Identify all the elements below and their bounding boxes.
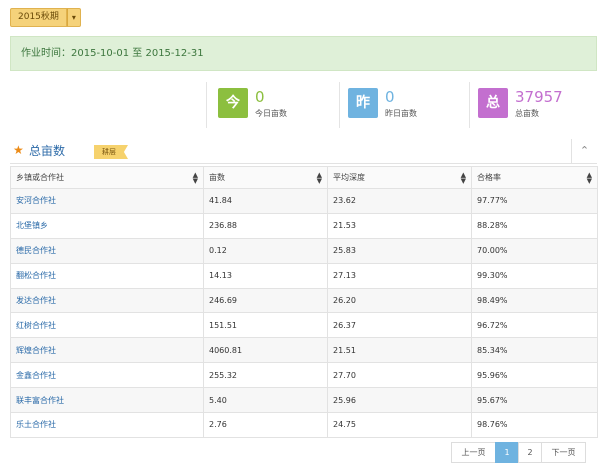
prev-page-button[interactable]: 上一页 [451,442,496,463]
area-cell: 2.76 [203,412,328,438]
today-badge-icon: 今 [218,88,248,118]
area-cell: 4060.81 [203,337,328,364]
area-cell: 255.32 [203,362,328,389]
table-row: 红树合作社 151.51 26.37 96.72% [10,312,598,339]
panel-title: 总亩数 [29,144,66,158]
pass-rate-cell: 98.76% [471,412,598,438]
stat-value: 37957 [515,88,563,106]
divider [469,82,470,128]
coop-link[interactable]: 乐土合作社 [10,412,204,438]
coop-link[interactable]: 红树合作社 [10,312,204,339]
season-selector[interactable]: 2015秋期 ▾ [10,8,81,27]
depth-cell: 25.83 [327,237,472,264]
area-cell: 236.88 [203,212,328,239]
coop-link[interactable]: 金鑫合作社 [10,362,204,389]
area-cell: 246.69 [203,287,328,314]
sort-icon[interactable]: ▲ ▼ [193,172,198,185]
pass-rate-cell: 96.72% [471,312,598,339]
stat-today: 今 0 今日亩数 [218,88,287,124]
depth-cell: 23.62 [327,188,472,214]
table-row: 北堡镇乡 236.88 21.53 88.28% [10,212,598,239]
table-row: 德民合作社 0.12 25.83 70.00% [10,237,598,264]
coop-link[interactable]: 翻松合作社 [10,262,204,289]
coop-link[interactable]: 联丰富合作社 [10,387,204,414]
pass-rate-cell: 95.67% [471,387,598,414]
depth-cell: 24.75 [327,412,472,438]
coop-link[interactable]: 德民合作社 [10,237,204,264]
pass-rate-cell: 97.77% [471,188,598,214]
table-row: 安河合作社 41.84 23.62 97.77% [10,188,598,214]
total-badge-icon: 总 [478,88,508,118]
page-button-1[interactable]: 1 [495,442,519,463]
coop-link[interactable]: 北堡镇乡 [10,212,204,239]
stat-value: 0 [385,88,395,106]
pagination: 上一页 1 2 下一页 [451,442,586,463]
table-header-row: 乡镇或合作社 ▲ ▼ 亩数 ▲ ▼ 平均深度 ▲ ▼ 合格率 ▲ ▼ [10,166,598,189]
depth-cell: 26.20 [327,287,472,314]
depth-cell: 21.51 [327,337,472,364]
pass-rate-cell: 88.28% [471,212,598,239]
pass-rate-cell: 95.96% [471,362,598,389]
divider [339,82,340,128]
stat-caption: 总亩数 [515,109,539,118]
area-cell: 41.84 [203,188,328,214]
notice-text: 作业时间：2015-10-01 至 2015-12-31 [21,48,204,59]
stat-total: 总 37957 总亩数 [478,88,563,124]
panel-tag: 耕层 [94,145,128,159]
depth-cell: 26.37 [327,312,472,339]
stat-caption: 昨日亩数 [385,109,417,118]
chevron-down-icon[interactable]: ▾ [66,8,81,27]
pass-rate-cell: 70.00% [471,237,598,264]
work-period-notice: 作业时间：2015-10-01 至 2015-12-31 [10,36,597,71]
coop-link[interactable]: 辉煌合作社 [10,337,204,364]
area-cell: 14.13 [203,262,328,289]
depth-cell: 21.53 [327,212,472,239]
pass-rate-cell: 99.30% [471,262,598,289]
sort-icon[interactable]: ▲ ▼ [587,172,592,185]
table-row: 发达合作社 246.69 26.20 98.49% [10,287,598,314]
depth-cell: 27.70 [327,362,472,389]
divider [206,82,207,128]
collapse-chevron-up-icon[interactable]: ⌃ [571,139,597,163]
coop-link[interactable]: 安河合作社 [10,188,204,214]
area-cell: 5.40 [203,387,328,414]
column-header[interactable]: 平均深度 ▲ ▼ [327,166,472,189]
area-table: 乡镇或合作社 ▲ ▼ 亩数 ▲ ▼ 平均深度 ▲ ▼ 合格率 ▲ ▼ 安河合作社 41.84 23.… [10,166,598,438]
next-page-button[interactable]: 下一页 [541,442,586,463]
yesterday-badge-icon: 昨 [348,88,378,118]
pass-rate-cell: 85.34% [471,337,598,364]
table-row: 辉煌合作社 4060.81 21.51 85.34% [10,337,598,364]
season-label[interactable]: 2015秋期 [10,8,67,27]
column-header[interactable]: 合格率 ▲ ▼ [471,166,598,189]
pass-rate-cell: 98.49% [471,287,598,314]
stat-caption: 今日亩数 [255,109,287,118]
column-header[interactable]: 亩数 ▲ ▼ [203,166,328,189]
depth-cell: 27.13 [327,262,472,289]
sort-icon[interactable]: ▲ ▼ [461,172,466,185]
table-row: 翻松合作社 14.13 27.13 99.30% [10,262,598,289]
table-row: 联丰富合作社 5.40 25.96 95.67% [10,387,598,414]
page-button-2[interactable]: 2 [518,442,542,463]
table-row: 乐土合作社 2.76 24.75 98.76% [10,412,598,438]
sort-icon[interactable]: ▲ ▼ [317,172,322,185]
area-cell: 151.51 [203,312,328,339]
column-header[interactable]: 乡镇或合作社 ▲ ▼ [10,166,204,189]
panel-header: ★ 总亩数 耕层 ⌃ [10,138,597,164]
star-icon: ★ [13,143,24,157]
table-row: 金鑫合作社 255.32 27.70 95.96% [10,362,598,389]
depth-cell: 25.96 [327,387,472,414]
coop-link[interactable]: 发达合作社 [10,287,204,314]
stat-value: 0 [255,88,265,106]
stat-yesterday: 昨 0 昨日亩数 [348,88,417,124]
area-cell: 0.12 [203,237,328,264]
